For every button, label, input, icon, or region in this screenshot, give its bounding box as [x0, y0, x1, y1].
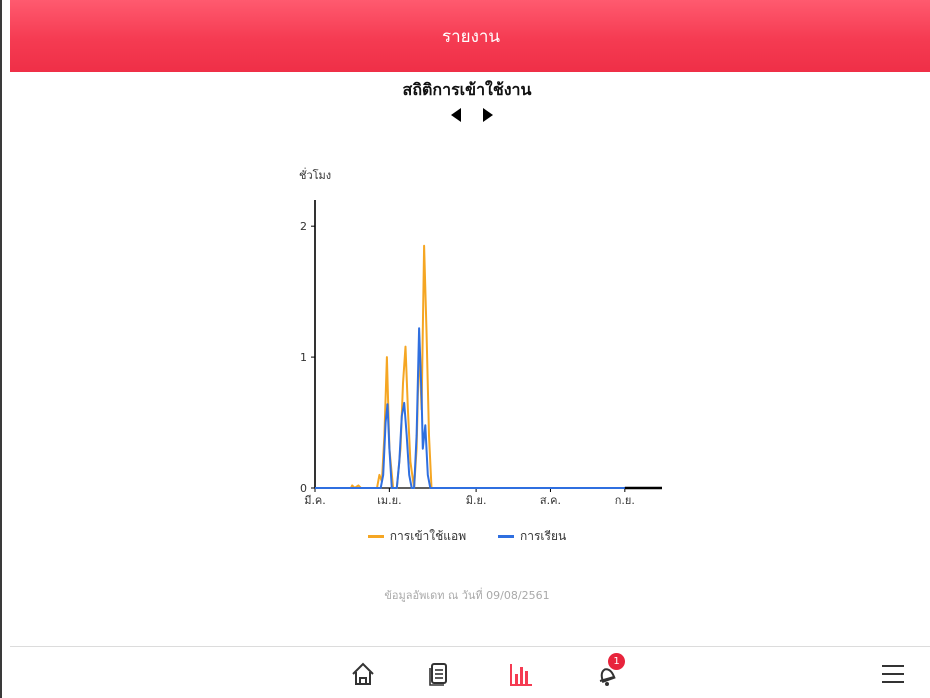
y-tick-label: 1 — [300, 351, 307, 364]
x-tick-label: มี.ค. — [304, 494, 326, 507]
tab-notifications[interactable]: 1 — [592, 653, 625, 689]
home-icon — [352, 662, 374, 685]
legend-label-learn: การเรียน — [519, 529, 567, 543]
notification-badge: 1 — [608, 653, 625, 670]
x-tick-label: ส.ค. — [540, 494, 561, 507]
tab-menu[interactable] — [878, 659, 908, 689]
series-line-app — [315, 244, 662, 489]
legend-item-learn[interactable]: การเรียน — [497, 527, 567, 546]
tab-documents[interactable] — [424, 659, 454, 689]
legend-swatch-learn — [497, 535, 514, 538]
legend-label-app: การเข้าใช้แอพ — [389, 529, 467, 543]
x-tick-label: เม.ย. — [377, 494, 401, 507]
x-tick-label: มิ.ย. — [466, 494, 487, 507]
series-line-learn — [315, 327, 662, 489]
bottom-tab-bar: 1 — [10, 647, 930, 698]
last-updated-text: ข้อมูลอัพเดท ณ วันที่ 09/08/2561 — [384, 589, 550, 602]
legend-swatch-app — [367, 535, 384, 538]
document-icon — [429, 663, 447, 686]
x-tick-label: ก.ย. — [615, 494, 635, 507]
chart-legend: การเข้าใช้แอพ การเรียน — [2, 527, 930, 546]
hamburger-icon — [882, 665, 904, 683]
app-frame: รายงาน สถิติการเข้าใช้งาน ชั่วโมง 0 1 2 มี.… — [0, 0, 930, 698]
y-tick-label: 2 — [300, 220, 307, 233]
legend-item-app[interactable]: การเข้าใช้แอพ — [367, 527, 467, 546]
tab-home[interactable] — [348, 659, 378, 689]
tab-report[interactable] — [506, 659, 536, 689]
bar-chart-icon — [510, 664, 532, 686]
